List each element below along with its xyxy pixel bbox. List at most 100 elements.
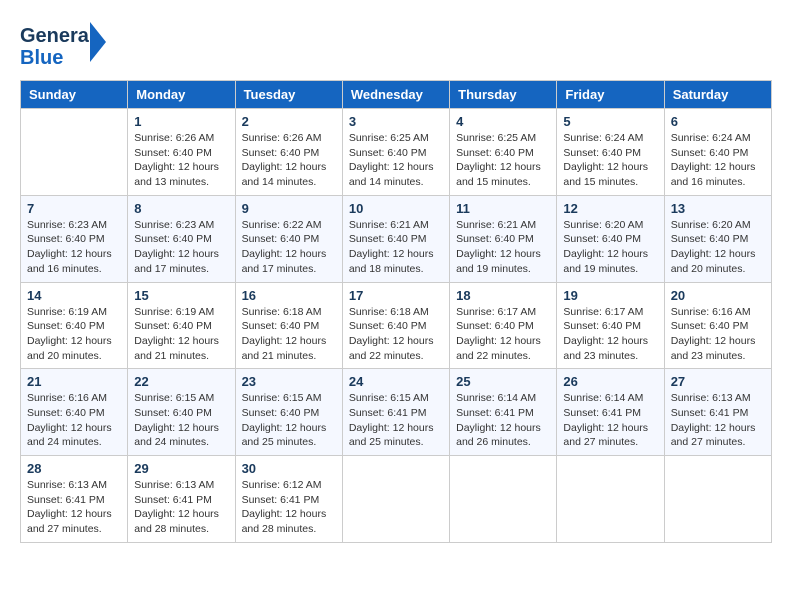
day-number: 27 <box>671 374 765 389</box>
day-number: 24 <box>349 374 443 389</box>
day-info: Sunrise: 6:12 AMSunset: 6:41 PMDaylight:… <box>242 478 336 537</box>
day-number: 20 <box>671 288 765 303</box>
day-info: Sunrise: 6:18 AMSunset: 6:40 PMDaylight:… <box>242 305 336 364</box>
table-cell: 20 Sunrise: 6:16 AMSunset: 6:40 PMDayligh… <box>664 282 771 369</box>
day-info: Sunrise: 6:21 AMSunset: 6:40 PMDaylight:… <box>349 218 443 277</box>
day-info: Sunrise: 6:13 AMSunset: 6:41 PMDaylight:… <box>134 478 228 537</box>
day-info: Sunrise: 6:24 AMSunset: 6:40 PMDaylight:… <box>563 131 657 190</box>
day-info: Sunrise: 6:14 AMSunset: 6:41 PMDaylight:… <box>456 391 550 450</box>
day-info: Sunrise: 6:25 AMSunset: 6:40 PMDaylight:… <box>349 131 443 190</box>
day-info: Sunrise: 6:18 AMSunset: 6:40 PMDaylight:… <box>349 305 443 364</box>
day-number: 9 <box>242 201 336 216</box>
table-cell: 14 Sunrise: 6:19 AMSunset: 6:40 PMDayligh… <box>21 282 128 369</box>
day-info: Sunrise: 6:20 AMSunset: 6:40 PMDaylight:… <box>563 218 657 277</box>
day-number: 28 <box>27 461 121 476</box>
table-cell: 7 Sunrise: 6:23 AMSunset: 6:40 PMDaylight… <box>21 195 128 282</box>
table-cell <box>450 456 557 543</box>
day-number: 8 <box>134 201 228 216</box>
table-cell: 26 Sunrise: 6:14 AMSunset: 6:41 PMDayligh… <box>557 369 664 456</box>
table-cell: 23Sunrise: 6:15 AMSunset: 6:40 PMDayligh… <box>235 369 342 456</box>
col-header-friday: Friday <box>557 81 664 109</box>
day-number: 17 <box>349 288 443 303</box>
table-cell: 8Sunrise: 6:23 AMSunset: 6:40 PMDaylight… <box>128 195 235 282</box>
day-info: Sunrise: 6:16 AMSunset: 6:40 PMDaylight:… <box>671 305 765 364</box>
col-header-sunday: Sunday <box>21 81 128 109</box>
day-number: 2 <box>242 114 336 129</box>
table-cell: 15 Sunrise: 6:19 AMSunset: 6:40 PMDayligh… <box>128 282 235 369</box>
day-info: Sunrise: 6:22 AMSunset: 6:40 PMDaylight:… <box>242 218 336 277</box>
table-cell: 17 Sunrise: 6:18 AMSunset: 6:40 PMDayligh… <box>342 282 449 369</box>
table-cell: 16 Sunrise: 6:18 AMSunset: 6:40 PMDayligh… <box>235 282 342 369</box>
table-cell: 10 Sunrise: 6:21 AMSunset: 6:40 PMDayligh… <box>342 195 449 282</box>
day-number: 29 <box>134 461 228 476</box>
svg-text:Blue: Blue <box>20 47 63 69</box>
table-cell: 19Sunrise: 6:17 AMSunset: 6:40 PMDayligh… <box>557 282 664 369</box>
day-number: 4 <box>456 114 550 129</box>
day-number: 13 <box>671 201 765 216</box>
day-info: Sunrise: 6:15 AMSunset: 6:41 PMDaylight:… <box>349 391 443 450</box>
header-row: SundayMondayTuesdayWednesdayThursdayFrid… <box>21 81 772 109</box>
day-number: 7 <box>27 201 121 216</box>
day-number: 10 <box>349 201 443 216</box>
day-number: 21 <box>27 374 121 389</box>
table-cell: 1 Sunrise: 6:26 AMSunset: 6:40 PMDaylight… <box>128 109 235 196</box>
day-number: 1 <box>134 114 228 129</box>
table-cell: 25 Sunrise: 6:14 AMSunset: 6:41 PMDayligh… <box>450 369 557 456</box>
day-number: 15 <box>134 288 228 303</box>
week-row-4: 21Sunrise: 6:16 AMSunset: 6:40 PMDayligh… <box>21 369 772 456</box>
day-number: 5 <box>563 114 657 129</box>
table-cell: 4Sunrise: 6:25 AMSunset: 6:40 PMDaylight… <box>450 109 557 196</box>
day-info: Sunrise: 6:19 AMSunset: 6:40 PMDaylight:… <box>27 305 121 364</box>
day-number: 30 <box>242 461 336 476</box>
day-info: Sunrise: 6:24 AMSunset: 6:40 PMDaylight:… <box>671 131 765 190</box>
day-number: 16 <box>242 288 336 303</box>
day-info: Sunrise: 6:13 AMSunset: 6:41 PMDaylight:… <box>671 391 765 450</box>
day-number: 22 <box>134 374 228 389</box>
table-cell: 28 Sunrise: 6:13 AMSunset: 6:41 PMDayligh… <box>21 456 128 543</box>
table-cell: 29 Sunrise: 6:13 AMSunset: 6:41 PMDayligh… <box>128 456 235 543</box>
table-cell: 2 Sunrise: 6:26 AMSunset: 6:40 PMDaylight… <box>235 109 342 196</box>
logo: GeneralBlue <box>20 20 110 70</box>
day-info: Sunrise: 6:13 AMSunset: 6:41 PMDaylight:… <box>27 478 121 537</box>
day-number: 25 <box>456 374 550 389</box>
col-header-monday: Monday <box>128 81 235 109</box>
day-info: Sunrise: 6:20 AMSunset: 6:40 PMDaylight:… <box>671 218 765 277</box>
table-cell: 18Sunrise: 6:17 AMSunset: 6:40 PMDayligh… <box>450 282 557 369</box>
day-number: 14 <box>27 288 121 303</box>
table-cell <box>664 456 771 543</box>
table-cell: 12 Sunrise: 6:20 AMSunset: 6:40 PMDayligh… <box>557 195 664 282</box>
logo-icon: GeneralBlue <box>20 20 110 70</box>
day-number: 26 <box>563 374 657 389</box>
table-cell: 24 Sunrise: 6:15 AMSunset: 6:41 PMDayligh… <box>342 369 449 456</box>
day-info: Sunrise: 6:26 AMSunset: 6:40 PMDaylight:… <box>134 131 228 190</box>
day-number: 19 <box>563 288 657 303</box>
calendar-table: SundayMondayTuesdayWednesdayThursdayFrid… <box>20 80 772 543</box>
day-info: Sunrise: 6:19 AMSunset: 6:40 PMDaylight:… <box>134 305 228 364</box>
page-header: GeneralBlue <box>20 20 772 70</box>
col-header-wednesday: Wednesday <box>342 81 449 109</box>
week-row-3: 14 Sunrise: 6:19 AMSunset: 6:40 PMDayligh… <box>21 282 772 369</box>
svg-text:General: General <box>20 25 94 47</box>
day-info: Sunrise: 6:17 AMSunset: 6:40 PMDaylight:… <box>456 305 550 364</box>
col-header-tuesday: Tuesday <box>235 81 342 109</box>
table-cell: 13 Sunrise: 6:20 AMSunset: 6:40 PMDayligh… <box>664 195 771 282</box>
day-info: Sunrise: 6:15 AMSunset: 6:40 PMDaylight:… <box>242 391 336 450</box>
day-info: Sunrise: 6:23 AMSunset: 6:40 PMDaylight:… <box>27 218 121 277</box>
day-info: Sunrise: 6:26 AMSunset: 6:40 PMDaylight:… <box>242 131 336 190</box>
day-info: Sunrise: 6:21 AMSunset: 6:40 PMDaylight:… <box>456 218 550 277</box>
calendar-body: 1 Sunrise: 6:26 AMSunset: 6:40 PMDaylight… <box>21 109 772 543</box>
col-header-thursday: Thursday <box>450 81 557 109</box>
week-row-2: 7 Sunrise: 6:23 AMSunset: 6:40 PMDaylight… <box>21 195 772 282</box>
day-number: 3 <box>349 114 443 129</box>
day-info: Sunrise: 6:14 AMSunset: 6:41 PMDaylight:… <box>563 391 657 450</box>
table-cell: 3 Sunrise: 6:25 AMSunset: 6:40 PMDaylight… <box>342 109 449 196</box>
col-header-saturday: Saturday <box>664 81 771 109</box>
week-row-5: 28 Sunrise: 6:13 AMSunset: 6:41 PMDayligh… <box>21 456 772 543</box>
calendar-header: SundayMondayTuesdayWednesdayThursdayFrid… <box>21 81 772 109</box>
table-cell: 5 Sunrise: 6:24 AMSunset: 6:40 PMDaylight… <box>557 109 664 196</box>
day-number: 12 <box>563 201 657 216</box>
table-cell: 22 Sunrise: 6:15 AMSunset: 6:40 PMDayligh… <box>128 369 235 456</box>
day-info: Sunrise: 6:15 AMSunset: 6:40 PMDaylight:… <box>134 391 228 450</box>
table-cell <box>557 456 664 543</box>
table-cell <box>342 456 449 543</box>
